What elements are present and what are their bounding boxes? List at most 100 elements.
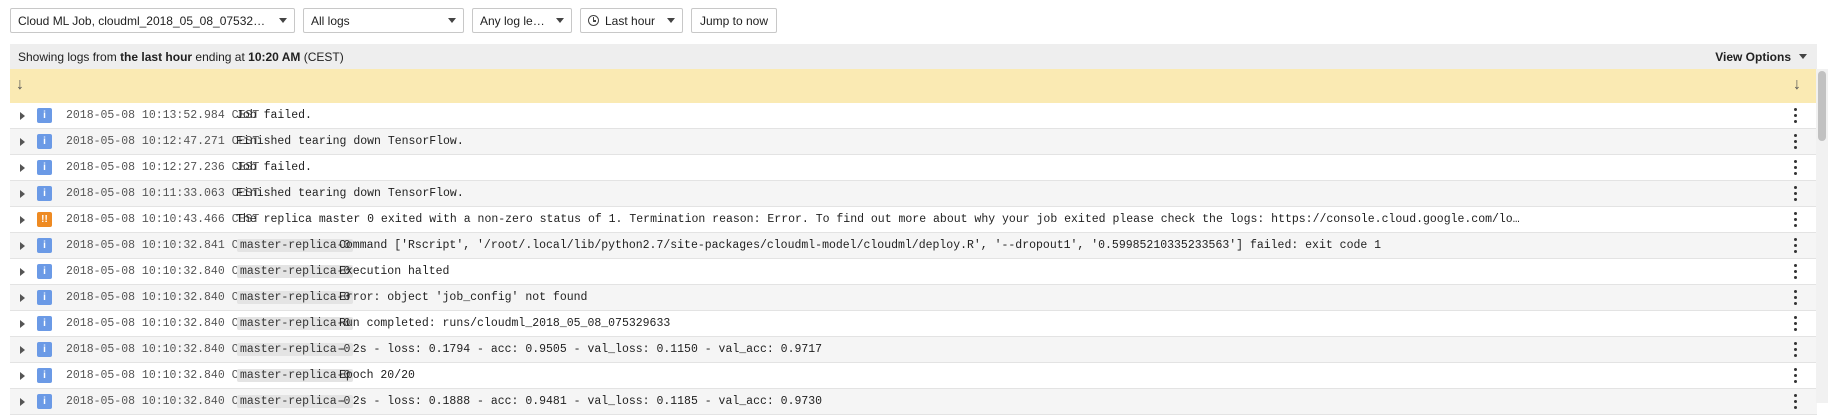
log-timestamp: 2018-05-08 10:10:32.840 CEST: [66, 265, 260, 278]
log-level-label: Any log level: [480, 13, 548, 28]
toolbar: Cloud ML Job, cloudml_2018_05_08_07532… …: [10, 8, 777, 33]
log-row[interactable]: i 2018-05-08 10:11:33.063 CEST Finished te…: [10, 181, 1817, 207]
log-row[interactable]: i 2018-05-08 10:13:52.984 CEST Job failed.: [10, 103, 1817, 129]
more-vert-icon[interactable]: [1794, 341, 1797, 358]
severity-error-icon: !!: [37, 212, 52, 227]
log-row[interactable]: i 2018-05-08 10:10:32.840 CEST master-repl…: [10, 285, 1817, 311]
log-row[interactable]: i 2018-05-08 10:10:32.840 CEST master-repl…: [10, 389, 1817, 415]
info-time: 10:20 AM: [248, 49, 301, 64]
more-vert-icon[interactable]: [1794, 107, 1797, 124]
view-options-button[interactable]: View Options: [1715, 44, 1807, 69]
more-vert-icon[interactable]: [1794, 367, 1797, 384]
log-message: Execution halted: [339, 265, 450, 278]
more-vert-icon[interactable]: [1794, 237, 1797, 254]
more-vert-icon[interactable]: [1794, 393, 1797, 410]
log-timestamp: 2018-05-08 10:10:32.840 CEST: [66, 369, 260, 382]
log-select-label: All logs: [311, 13, 350, 28]
more-vert-icon[interactable]: [1794, 263, 1797, 280]
log-message: Command ['Rscript', '/root/.local/lib/py…: [339, 239, 1382, 252]
expand-icon[interactable]: [20, 372, 25, 380]
scrollbar[interactable]: [1816, 69, 1828, 403]
chevron-down-icon: [667, 18, 675, 23]
log-row[interactable]: i 2018-05-08 10:10:32.841 CEST master-repl…: [10, 233, 1817, 259]
expand-icon[interactable]: [20, 398, 25, 406]
view-options-label: View Options: [1715, 49, 1791, 64]
info-prefix: Showing logs from: [18, 49, 117, 64]
log-message: Epoch 20/20: [339, 369, 415, 382]
more-vert-icon[interactable]: [1794, 289, 1797, 306]
log-message: Error: object 'job_config' not found: [339, 291, 588, 304]
info-middle: ending at: [195, 49, 245, 64]
expand-icon[interactable]: [20, 294, 25, 302]
severity-info-icon: i: [37, 186, 52, 201]
log-select[interactable]: All logs: [303, 8, 464, 33]
log-row[interactable]: i 2018-05-08 10:10:32.840 CEST master-repl…: [10, 259, 1817, 285]
clock-icon: [588, 15, 599, 26]
expand-icon[interactable]: [20, 190, 25, 198]
expand-icon[interactable]: [20, 112, 25, 120]
expand-icon[interactable]: [20, 268, 25, 276]
more-vert-icon[interactable]: [1794, 133, 1797, 150]
arrow-down-icon[interactable]: ↓: [16, 76, 24, 94]
log-source-label: master-replica-0: [237, 265, 354, 278]
more-vert-icon[interactable]: [1794, 315, 1797, 332]
log-timestamp: 2018-05-08 10:13:52.984 CEST: [66, 109, 260, 122]
log-timestamp: 2018-05-08 10:10:32.840 CEST: [66, 343, 260, 356]
chevron-down-icon: [1799, 54, 1807, 59]
log-timestamp: 2018-05-08 10:10:32.840 CEST: [66, 317, 260, 330]
log-timestamp: 2018-05-08 10:10:32.840 CEST: [66, 291, 260, 304]
log-row[interactable]: i 2018-05-08 10:12:47.271 CEST Finished te…: [10, 129, 1817, 155]
severity-info-icon: i: [37, 394, 52, 409]
scrollbar-thumb[interactable]: [1818, 71, 1826, 141]
chevron-down-icon: [279, 18, 287, 23]
log-row[interactable]: i 2018-05-08 10:10:32.840 CEST master-repl…: [10, 311, 1817, 337]
log-source-label: master-replica-0: [237, 369, 354, 382]
arrow-down-icon[interactable]: ↓: [1793, 76, 1801, 94]
more-vert-icon[interactable]: [1794, 211, 1797, 228]
log-message: - 2s - loss: 0.1888 - acc: 0.9481 - val_…: [339, 395, 823, 408]
log-source-label: master-replica-0: [237, 239, 354, 252]
log-message: The replica master 0 exited with a non-z…: [236, 213, 1526, 226]
severity-info-icon: i: [37, 160, 52, 175]
time-range-label: Last hour: [605, 13, 656, 28]
log-timestamp: 2018-05-08 10:12:27.236 CEST: [66, 161, 260, 174]
log-row[interactable]: i 2018-05-08 10:10:32.840 CEST master-repl…: [10, 337, 1817, 363]
info-range: the last hour: [120, 49, 193, 64]
more-vert-icon[interactable]: [1794, 159, 1797, 176]
time-range-select[interactable]: Last hour: [580, 8, 683, 33]
severity-info-icon: i: [37, 238, 52, 253]
severity-info-icon: i: [37, 108, 52, 123]
severity-info-icon: i: [37, 264, 52, 279]
severity-info-icon: i: [37, 316, 52, 331]
log-source-label: master-replica-0: [237, 291, 354, 304]
severity-info-icon: i: [37, 342, 52, 357]
log-message: Finished tearing down TensorFlow.: [236, 135, 464, 148]
job-select-label: Cloud ML Job, cloudml_2018_05_08_07532…: [18, 13, 266, 28]
log-list: i 2018-05-08 10:13:52.984 CEST Job failed.…: [10, 103, 1817, 415]
log-timestamp: 2018-05-08 10:12:47.271 CEST: [66, 135, 260, 148]
log-message: Finished tearing down TensorFlow.: [236, 187, 464, 200]
expand-icon[interactable]: [20, 216, 25, 224]
log-message: Job failed.: [236, 161, 312, 174]
expand-icon[interactable]: [20, 242, 25, 250]
jump-to-now-button[interactable]: Jump to now: [691, 8, 777, 33]
expand-icon[interactable]: [20, 138, 25, 146]
log-source-label: master-replica-0: [237, 343, 354, 356]
log-row[interactable]: !! 2018-05-08 10:10:43.466 CEST The replic…: [10, 207, 1817, 233]
log-row[interactable]: i 2018-05-08 10:12:27.236 CEST Job failed.: [10, 155, 1817, 181]
expand-icon[interactable]: [20, 164, 25, 172]
more-vert-icon[interactable]: [1794, 185, 1797, 202]
expand-icon[interactable]: [20, 346, 25, 354]
log-message: Job failed.: [236, 109, 312, 122]
log-timestamp: 2018-05-08 10:11:33.063 CEST: [66, 187, 260, 200]
log-message: - 2s - loss: 0.1794 - acc: 0.9505 - val_…: [339, 343, 823, 356]
expand-icon[interactable]: [20, 320, 25, 328]
severity-info-icon: i: [37, 134, 52, 149]
log-range-info: Showing logs from the last hour ending a…: [10, 44, 1817, 69]
log-level-select[interactable]: Any log level: [472, 8, 572, 33]
job-select[interactable]: Cloud ML Job, cloudml_2018_05_08_07532…: [10, 8, 295, 33]
log-row[interactable]: i 2018-05-08 10:10:32.840 CEST master-repl…: [10, 363, 1817, 389]
log-timestamp: 2018-05-08 10:10:32.840 CEST: [66, 395, 260, 408]
log-source-label: master-replica-0: [237, 317, 354, 330]
info-tz: (CEST): [303, 49, 344, 64]
